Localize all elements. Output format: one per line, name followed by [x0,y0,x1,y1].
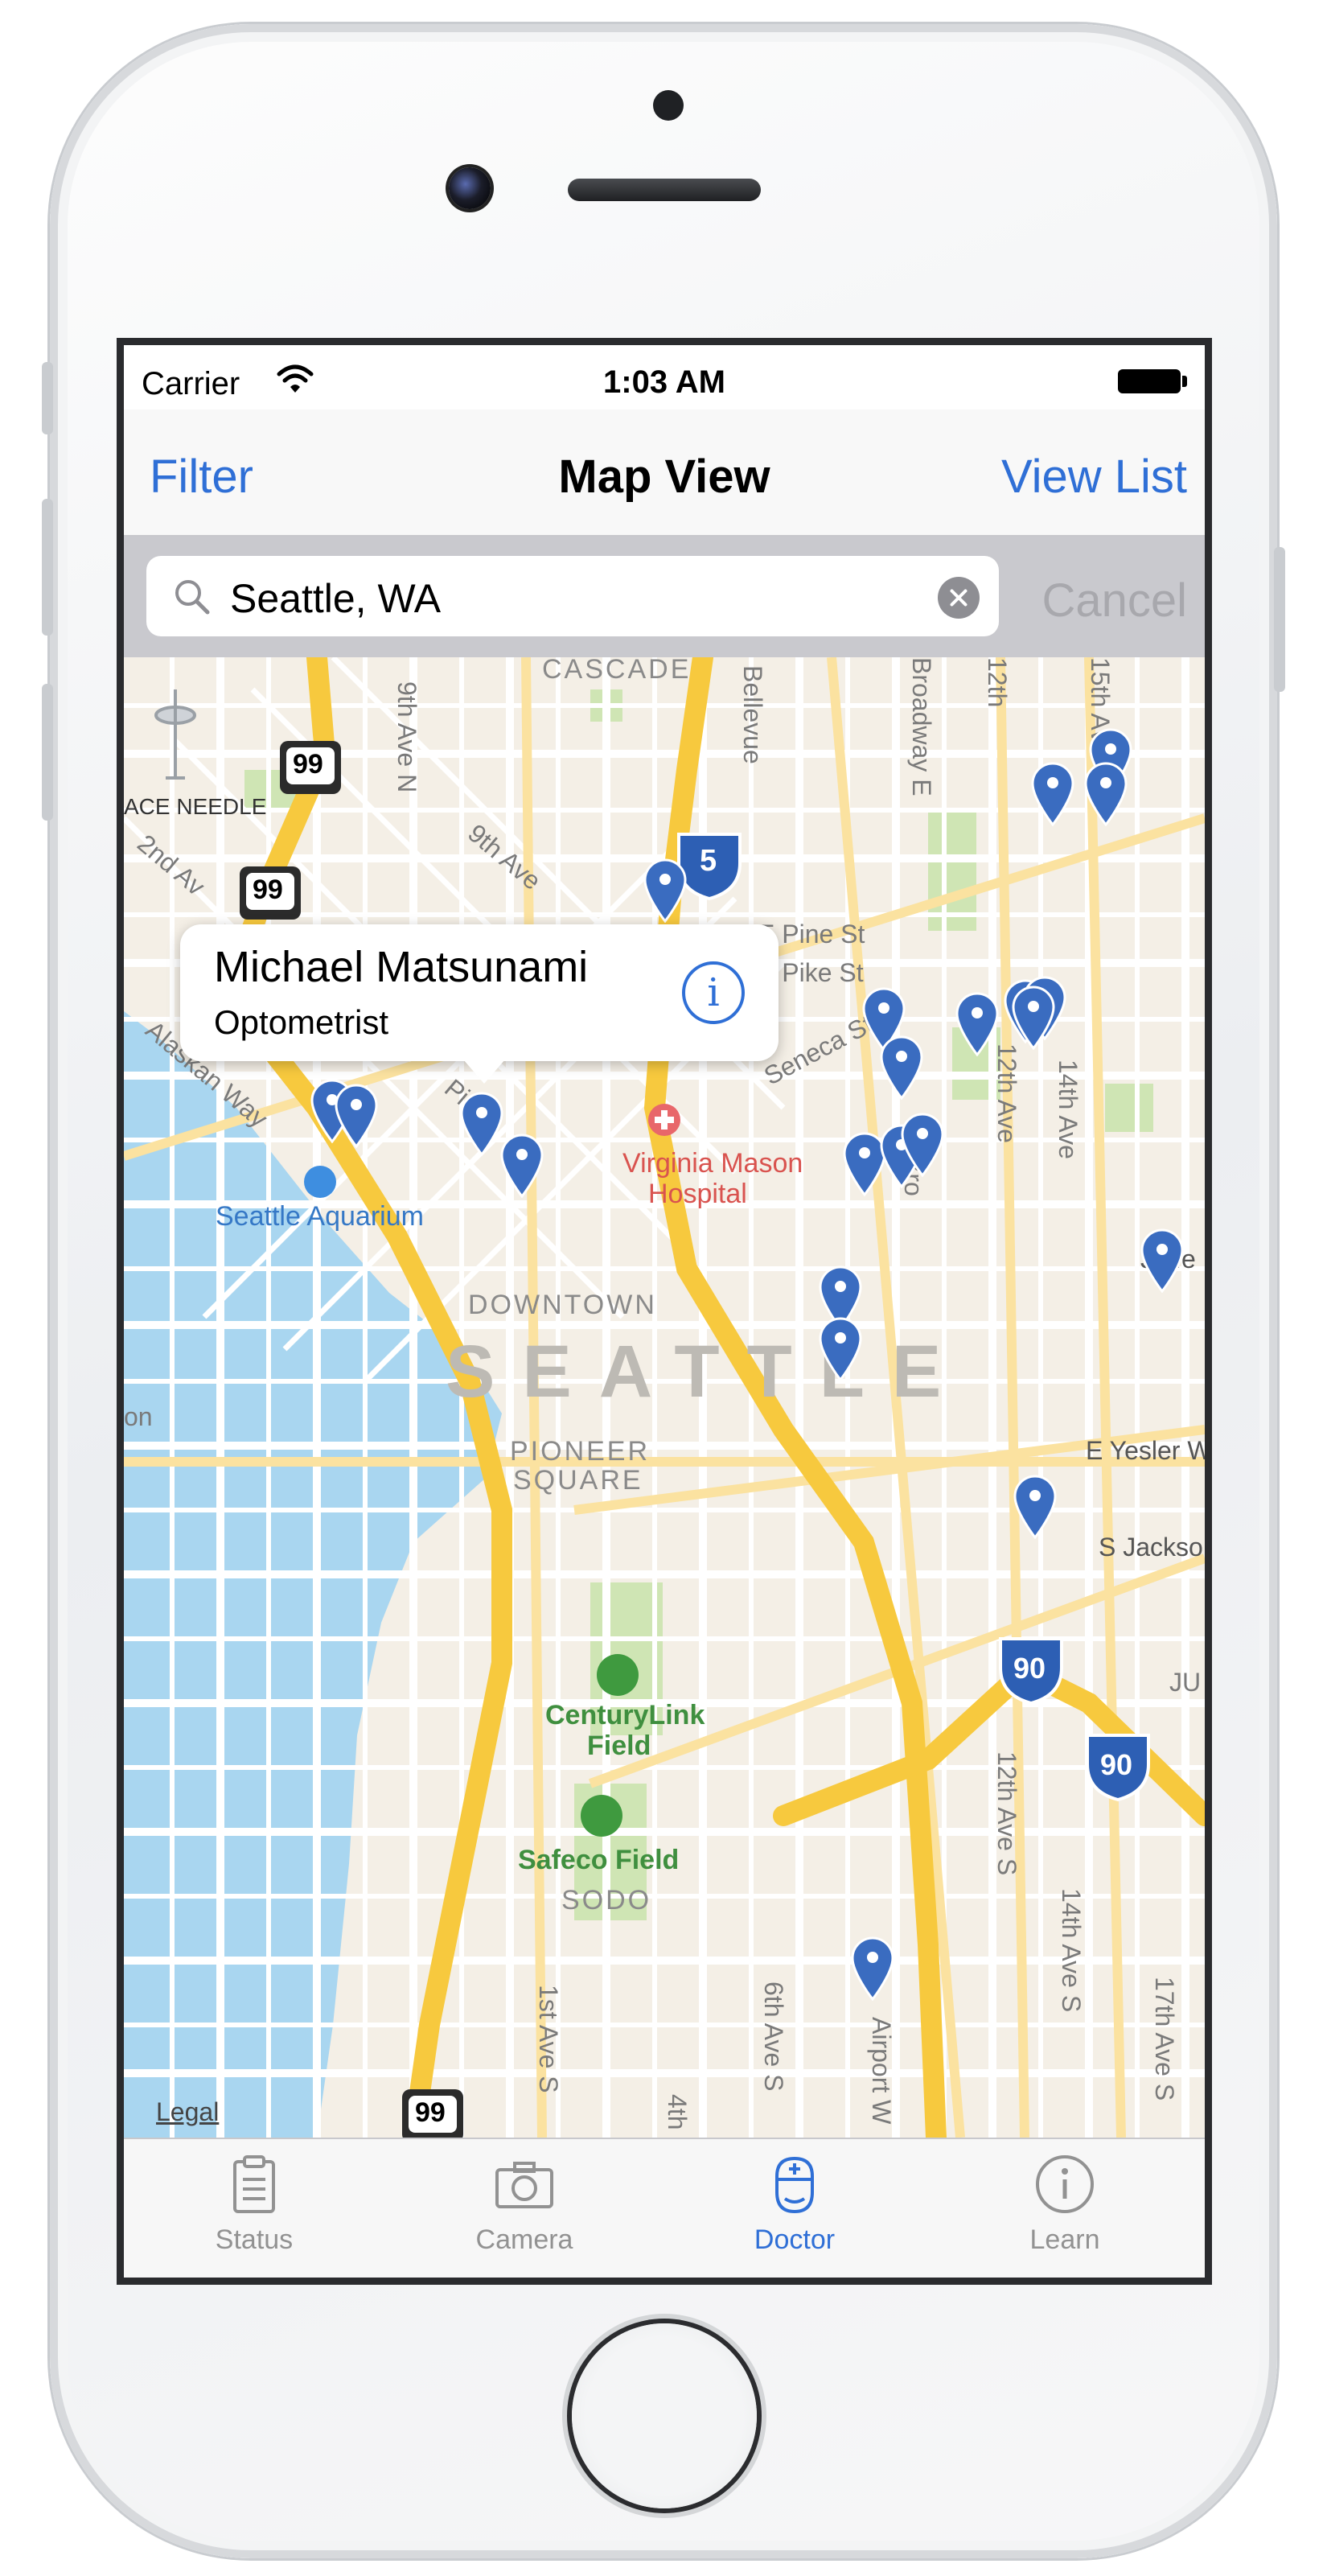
learn-info-icon [1036,2155,1094,2213]
info-icon[interactable]: i [682,961,745,1024]
map-pin[interactable] [500,1134,544,1198]
map-pin[interactable] [643,858,687,923]
map-label-field: Field [587,1730,651,1761]
tab-learn[interactable]: Learn [968,2152,1161,2273]
map-pin[interactable] [1012,986,1055,1050]
map-label-12th-ave: 12th Ave [992,1043,1021,1143]
map-label-virginia-mason: Virginia Mason [622,1148,803,1179]
map-label-4th: 4th [663,2094,692,2130]
tab-camera-label: Camera [475,2224,573,2255]
search-field[interactable]: Seattle, WA [146,556,999,636]
map-label-17th-ave-s: 17th Ave S [1150,1977,1179,2101]
map-label-sodo: SODO [561,1885,652,1916]
cancel-button[interactable]: Cancel [1041,574,1187,628]
home-button[interactable] [572,2323,757,2508]
map-label-12th: 12th [983,657,1012,708]
camera-icon [495,2162,553,2208]
route-99-label: 99 [253,874,283,905]
tab-status-label: Status [215,2224,294,2255]
map-label-seattle: SEATTLE [446,1331,969,1413]
callout-doctor-name: Michael Matsunami [214,943,589,991]
i5-label: 5 [700,844,717,878]
map-label-space-needle: ACE NEEDLE [124,794,267,819]
front-camera [449,167,491,209]
aquarium-icon [304,1166,336,1198]
stadium-icon [581,1795,622,1837]
earpiece-speaker [568,179,761,201]
map-label-6th-ave-s: 6th Ave S [759,1981,788,2092]
doctor-icon [775,2156,814,2214]
tab-doctor[interactable]: Doctor [698,2152,891,2273]
legal-link[interactable]: Legal [156,2097,219,2127]
map-pin[interactable] [1031,762,1074,826]
power-button [1274,547,1285,692]
volume-up-button [42,499,53,636]
map-label-seattle-aquarium: Seattle Aquarium [216,1201,424,1232]
map-pin[interactable] [880,1035,923,1100]
callout-doctor-role: Optometrist [214,1003,389,1041]
tab-status[interactable]: Status [158,2152,351,2273]
map-label-hospital: Hospital [648,1179,747,1209]
park [1105,1084,1153,1132]
proximity-sensor [653,90,684,121]
route-99-label: 99 [415,2097,446,2128]
map-pin[interactable] [1140,1228,1184,1293]
map-label-12th-ave-s: 12th Ave S [992,1751,1021,1876]
battery-tip [1182,376,1187,387]
map-label-yesler: E Yesler W [1086,1436,1205,1465]
tab-camera[interactable]: Camera [428,2152,621,2273]
map-label-safeco-field: Safeco Field [518,1845,680,1875]
navigation-bar: Filter Map View View List [124,409,1205,537]
search-input[interactable]: Seattle, WA [230,575,441,622]
map-label-14th-ave-s: 14th Ave S [1057,1888,1086,2013]
map-pin[interactable] [851,1936,894,2001]
phone-screen: Carrier 1:03 AM Filter Map View View Lis… [117,338,1212,2285]
i90-label: 90 [1100,1748,1133,1781]
map-label-broadway-e: Broadway E [907,657,936,796]
map-label-square: SQUARE [513,1465,643,1496]
status-time: 1:03 AM [603,364,725,400]
pin-callout[interactable]: Michael Matsunami Optometrist i [180,924,779,1084]
view-list-button[interactable]: View List [1001,450,1187,504]
map-label-downtown: DOWNTOWN [468,1290,657,1320]
volume-down-button [42,684,53,821]
status-bar: Carrier 1:03 AM [124,345,1205,409]
map-pin-selected[interactable] [460,1092,503,1156]
stadium-icon [597,1654,639,1696]
clear-search-icon[interactable] [938,577,980,619]
map-label-on: on [124,1402,153,1431]
clipboard-icon [233,2155,275,2213]
battery-icon [1118,369,1181,393]
space-needle-icon [154,689,196,780]
tab-doctor-label: Doctor [754,2224,836,2255]
route-99-label: 99 [293,749,323,780]
mute-switch [42,362,53,434]
tab-learn-label: Learn [1029,2224,1100,2255]
search-icon [175,580,210,615]
map-view[interactable]: 99 99 99 5 90 90 CASCADE ACE NEEDLE Bell… [124,657,1205,2138]
callout-tail [463,1060,505,1084]
map-label-centurylink: CenturyLink [545,1700,705,1730]
map-pin[interactable] [819,1317,862,1381]
map-label-airport-way: Airport W [867,2017,896,2125]
map-label-ju: JU [1169,1668,1202,1697]
map-label-1st-ave-s: 1st Ave S [534,1985,563,2093]
map-label-bellevue: Bellevue [738,665,767,764]
tab-bar: Status Camera Doctor Learn [124,2138,1205,2278]
map-label-jackson: S Jackso [1099,1533,1203,1562]
map-pin[interactable] [901,1113,944,1177]
map-pin[interactable] [1013,1475,1057,1539]
map-label-9th-ave-n: 9th Ave N [392,681,421,793]
map-pin[interactable] [335,1084,378,1148]
map-label-14th-ave: 14th Ave [1054,1060,1083,1159]
search-bar: Seattle, WA Cancel [124,537,1205,657]
map-label-pioneer: PIONEER [510,1436,651,1467]
map-label-cascade: CASCADE [542,657,692,685]
i90-label: 90 [1013,1652,1046,1685]
map-pin[interactable] [1084,762,1128,826]
map-pin[interactable] [955,992,999,1056]
